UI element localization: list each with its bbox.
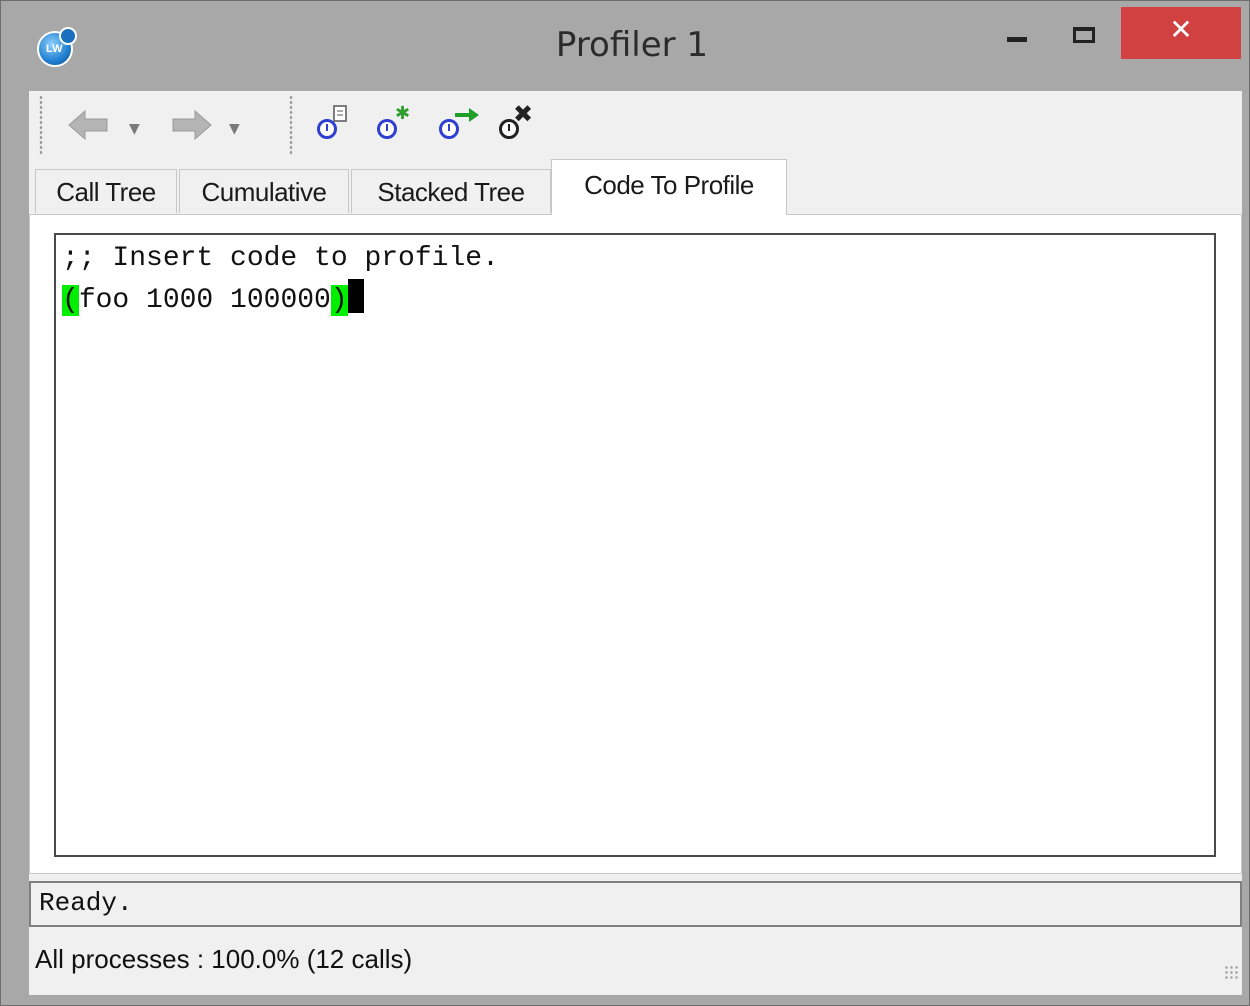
back-button[interactable] xyxy=(67,105,111,145)
toolbar: ▼ ▼ ✱ ✖ xyxy=(29,91,1242,159)
forward-dropdown-button[interactable]: ▼ xyxy=(229,105,249,145)
comment-text: ;; Insert code to profile. xyxy=(62,243,499,274)
open-paren-highlight: ( xyxy=(62,285,79,316)
minimize-button[interactable] xyxy=(999,7,1041,59)
text-cursor xyxy=(347,279,364,313)
profile-run-button[interactable] xyxy=(439,105,483,145)
delete-icon: ✖ xyxy=(513,100,534,128)
tab-panel: ;; Insert code to profile. (foo 1000 100… xyxy=(29,214,1242,874)
profile-settings-button[interactable]: ✱ xyxy=(377,105,417,145)
resize-grip[interactable] xyxy=(1224,965,1240,981)
toolbar-grip[interactable] xyxy=(289,95,293,155)
chevron-down-icon: ▼ xyxy=(129,121,140,137)
stopwatch-icon xyxy=(377,119,397,139)
tab-code-to-profile[interactable]: Code To Profile xyxy=(551,159,787,215)
code-text: foo 1000 100000 xyxy=(78,285,331,316)
forward-button[interactable] xyxy=(169,105,213,145)
maximize-button[interactable] xyxy=(1063,7,1107,59)
client-area: ▼ ▼ ✱ ✖ Call Tree Cumulative Stacked Tre… xyxy=(29,91,1242,995)
chevron-down-icon: ▼ xyxy=(229,121,240,137)
profile-report-button[interactable] xyxy=(317,105,357,145)
tab-strip: Call Tree Cumulative Stacked Tree Code T… xyxy=(29,159,1242,215)
close-icon: ✕ xyxy=(1169,13,1193,46)
code-line: ;; Insert code to profile. xyxy=(62,239,499,279)
document-icon xyxy=(333,105,347,122)
status-message: Ready. xyxy=(29,881,1242,927)
code-line: (foo 1000 100000) xyxy=(62,279,364,321)
arrow-right-icon xyxy=(455,108,479,122)
title-bar[interactable]: LW Profiler 1 ✕ xyxy=(1,1,1250,91)
processes-summary: All processes : 100.0% (12 calls) xyxy=(35,944,413,974)
close-button[interactable]: ✕ xyxy=(1121,7,1241,59)
toolbar-grip[interactable] xyxy=(39,95,43,155)
close-paren-highlight: ) xyxy=(330,285,348,316)
status-bar: All processes : 100.0% (12 calls) xyxy=(29,937,1248,987)
arrow-left-icon xyxy=(68,109,108,141)
maximize-icon xyxy=(1073,27,1095,43)
profile-clear-button[interactable]: ✖ xyxy=(499,100,543,145)
code-editor[interactable]: ;; Insert code to profile. (foo 1000 100… xyxy=(54,233,1216,857)
sparkle-icon: ✱ xyxy=(395,103,411,124)
tab-cumulative[interactable]: Cumulative xyxy=(179,169,349,213)
tab-stacked-tree[interactable]: Stacked Tree xyxy=(351,169,551,213)
back-dropdown-button[interactable]: ▼ xyxy=(129,105,149,145)
tab-call-tree[interactable]: Call Tree xyxy=(35,169,177,213)
profiler-window: LW Profiler 1 ✕ ▼ ▼ ✱ ✖ Call Tree Cumula… xyxy=(0,0,1250,1006)
minimize-icon xyxy=(1007,37,1027,42)
arrow-right-icon xyxy=(172,109,212,141)
